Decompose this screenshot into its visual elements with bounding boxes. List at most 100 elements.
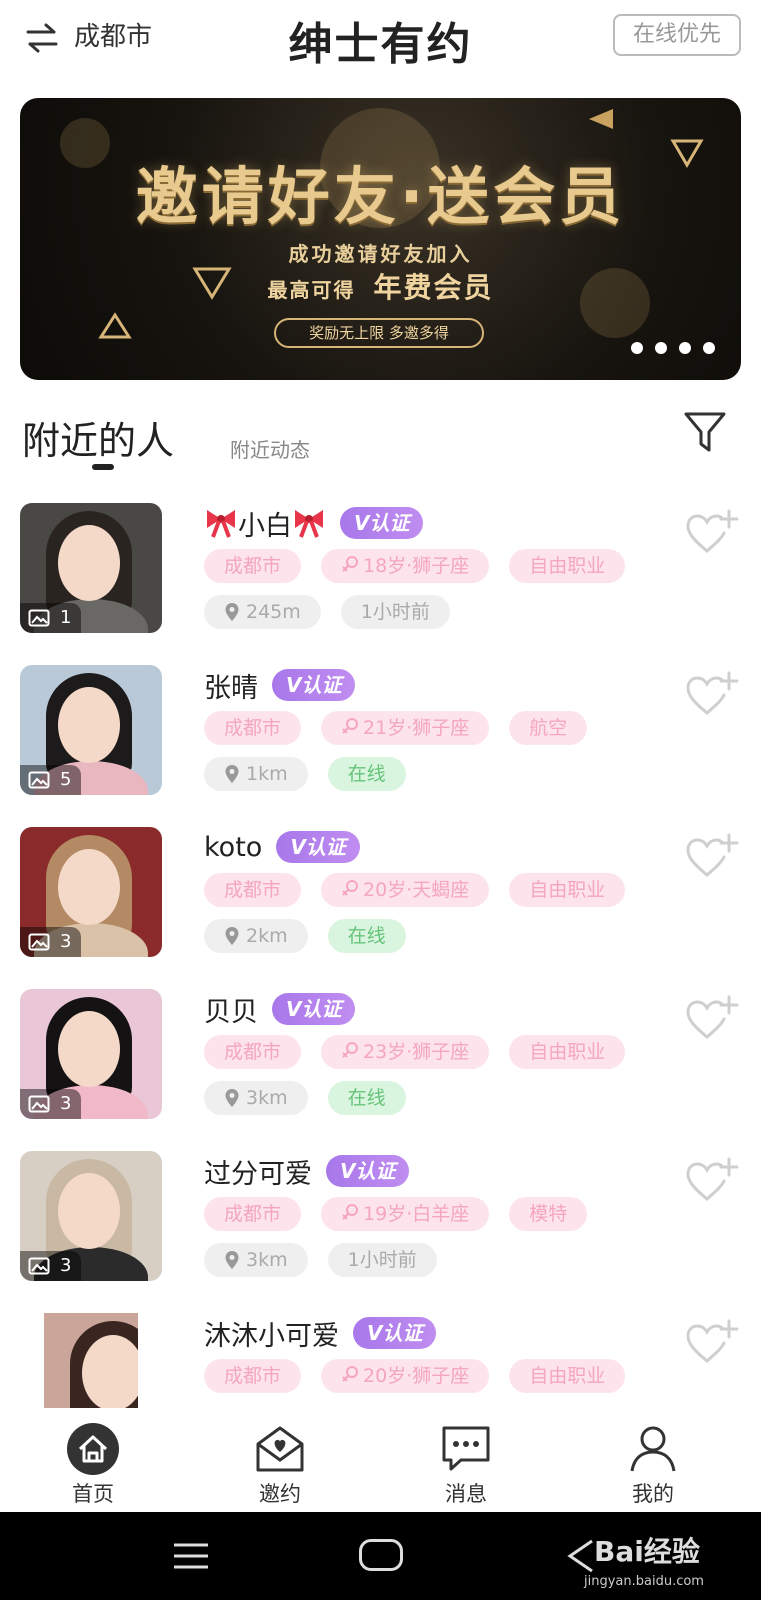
- user-name: 张晴: [204, 672, 258, 704]
- user-avatar[interactable]: [44, 1313, 138, 1408]
- verified-badge: V认证: [272, 669, 356, 701]
- user-name-row: 张晴 V认证: [204, 665, 356, 705]
- bottom-tab-bar: 首页 邀约 消息 我的: [0, 1408, 761, 1512]
- occupation-tag: 自由职业: [509, 873, 626, 907]
- age-zodiac-value: 19岁·白羊座: [363, 1203, 470, 1225]
- photo-icon: [28, 933, 50, 951]
- banner-reward-pill: 奖励无上限 多邀多得: [274, 318, 484, 348]
- user-name: 过分可爱: [204, 1158, 312, 1190]
- age-zodiac-value: 21岁·狮子座: [363, 717, 470, 739]
- user-meta-row: 3km 1小时前: [204, 1243, 437, 1277]
- user-card[interactable]: 5 张晴 V认证 成都市 21岁·狮子座 航空 1km 在线: [0, 657, 761, 819]
- occupation-tag: 模特: [509, 1197, 588, 1231]
- last-active-tag: 1小时前: [327, 1243, 437, 1277]
- photo-count: 3: [60, 1093, 72, 1114]
- photo-count-badge: 3: [20, 927, 82, 957]
- user-avatar[interactable]: 5: [20, 665, 162, 795]
- follow-heart-icon[interactable]: [685, 671, 739, 719]
- age-zodiac-tag: 20岁·狮子座: [321, 1359, 490, 1393]
- user-meta-row: 245m 1小时前: [204, 595, 450, 629]
- age-zodiac-tag: 21岁·狮子座: [321, 711, 490, 745]
- photo-count: 3: [60, 1255, 72, 1276]
- user-card[interactable]: 3 过分可爱 V认证 成都市 19岁·白羊座 模特 3km 1小时前: [0, 1143, 761, 1305]
- avatar-face: [58, 1173, 120, 1249]
- location-pin-icon: [225, 1089, 239, 1107]
- distance-tag: 245m: [204, 595, 321, 629]
- profile-person-icon: [630, 1426, 676, 1472]
- location-pin-icon: [225, 927, 239, 945]
- banner-page-dot[interactable]: [655, 342, 667, 354]
- user-avatar[interactable]: 3: [20, 1151, 162, 1281]
- user-card[interactable]: 1 小白 V认证 成都市 18岁·狮子座 自由职业 245m 1小时前: [0, 495, 761, 657]
- banner-page-dot[interactable]: [679, 342, 691, 354]
- age-zodiac-tag: 23岁·狮子座: [321, 1035, 490, 1069]
- user-avatar[interactable]: 1: [20, 503, 162, 633]
- tab-nearby-people[interactable]: 附近的人: [22, 410, 174, 465]
- follow-heart-icon[interactable]: [685, 1319, 739, 1367]
- bow-emoji-icon: [207, 510, 235, 538]
- user-avatar[interactable]: 3: [20, 989, 162, 1119]
- photo-count-badge: 5: [20, 765, 82, 795]
- photo-count-badge: 1: [20, 603, 82, 633]
- user-card[interactable]: 3 贝贝 V认证 成都市 23岁·狮子座 自由职业 3km 在线: [0, 981, 761, 1143]
- verified-badge: V认证: [326, 1155, 410, 1187]
- photo-icon: [28, 1257, 50, 1275]
- tab-profile[interactable]: 我的: [593, 1408, 713, 1508]
- promo-banner[interactable]: 邀请好友·送会员 成功邀请好友加入 最高可得 年费会员 奖励无上限 多邀多得: [20, 98, 741, 380]
- verified-badge: V认证: [353, 1317, 437, 1349]
- tab-messages[interactable]: 消息: [406, 1408, 526, 1508]
- user-meta-row: 2km 在线: [204, 919, 406, 953]
- online-status-tag: 在线: [327, 757, 406, 791]
- banner-page-dot[interactable]: [631, 342, 643, 354]
- photo-icon: [28, 771, 50, 789]
- user-card[interactable]: 沐沐小可爱 V认证成都市 20岁·狮子座 自由职业: [0, 1305, 761, 1408]
- location-pin-icon: [225, 603, 239, 621]
- photo-count: 1: [60, 607, 72, 628]
- distance-value: 3km: [246, 1087, 288, 1109]
- follow-heart-icon[interactable]: [685, 833, 739, 881]
- system-home-button[interactable]: [359, 1539, 403, 1571]
- user-name: koto: [204, 831, 263, 863]
- verified-badge: V认证: [276, 831, 360, 863]
- banner-triangle-decoration: [589, 109, 613, 129]
- female-gender-icon: [342, 1042, 359, 1058]
- photo-count: 3: [60, 931, 72, 952]
- user-tag-row: 成都市 20岁·狮子座 自由职业: [204, 1359, 626, 1393]
- city-tag: 成都市: [204, 1035, 302, 1069]
- banner-offer: 最高可得 年费会员: [20, 266, 741, 306]
- filter-icon[interactable]: [683, 410, 727, 456]
- banner-offer-prefix: 最高可得: [267, 278, 356, 302]
- user-tag-row: 成都市 21岁·狮子座 航空: [204, 711, 588, 745]
- age-zodiac-tag: 20岁·天蝎座: [321, 873, 490, 907]
- avatar-face: [82, 1335, 138, 1408]
- location-pin-icon: [225, 1251, 239, 1269]
- age-zodiac-value: 23岁·狮子座: [363, 1041, 470, 1063]
- tab-nearby-moments[interactable]: 附近动态: [230, 434, 310, 463]
- system-back-icon[interactable]: [564, 1538, 598, 1574]
- follow-heart-icon[interactable]: [685, 1157, 739, 1205]
- tab-home[interactable]: 首页: [33, 1408, 153, 1508]
- verified-badge: V认证: [340, 507, 424, 539]
- watermark-brand: Bai经验: [594, 1535, 700, 1568]
- banner-pagination: [619, 339, 715, 358]
- user-meta-row: 3km 在线: [204, 1081, 406, 1115]
- follow-heart-icon[interactable]: [685, 995, 739, 1043]
- recent-apps-icon[interactable]: [172, 1542, 210, 1570]
- occupation-tag: 自由职业: [509, 1359, 626, 1393]
- user-name-row: 沐沐小可爱 V认证: [204, 1313, 437, 1353]
- banner-page-dot[interactable]: [703, 342, 715, 354]
- follow-heart-icon[interactable]: [685, 509, 739, 557]
- photo-icon: [28, 1095, 50, 1113]
- user-avatar[interactable]: 3: [20, 827, 162, 957]
- online-first-button[interactable]: 在线优先: [613, 14, 741, 56]
- city-tag: 成都市: [204, 873, 302, 907]
- occupation-tag: 自由职业: [509, 549, 626, 583]
- watermark-url: jingyan.baidu.com: [584, 1574, 704, 1589]
- tab-invite[interactable]: 邀约: [220, 1408, 340, 1508]
- nearby-user-list: 1 小白 V认证 成都市 18岁·狮子座 自由职业 245m 1小时前 5 张晴 V认证 成都市 21岁…: [0, 495, 761, 1408]
- distance-value: 3km: [246, 1249, 288, 1271]
- avatar-face: [58, 687, 120, 763]
- user-card[interactable]: 3 koto V认证成都市 20岁·天蝎座 自由职业 2km 在线: [0, 819, 761, 981]
- user-tag-row: 成都市 18岁·狮子座 自由职业: [204, 549, 626, 583]
- location-pin-icon: [225, 765, 239, 783]
